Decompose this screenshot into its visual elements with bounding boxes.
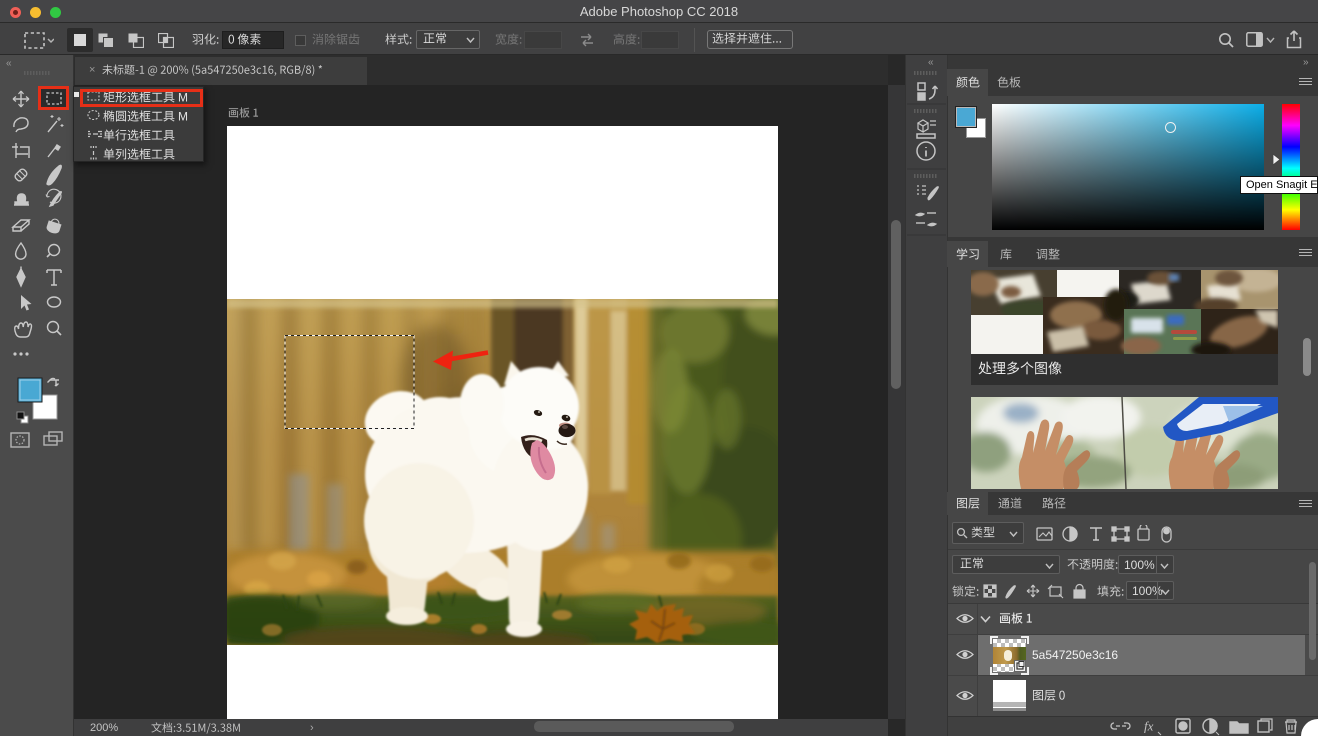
svg-text:M: M bbox=[178, 110, 188, 124]
svg-text:«: « bbox=[6, 58, 12, 69]
svg-text:«: « bbox=[928, 57, 934, 68]
svg-text:fx: fx bbox=[1144, 719, 1154, 734]
